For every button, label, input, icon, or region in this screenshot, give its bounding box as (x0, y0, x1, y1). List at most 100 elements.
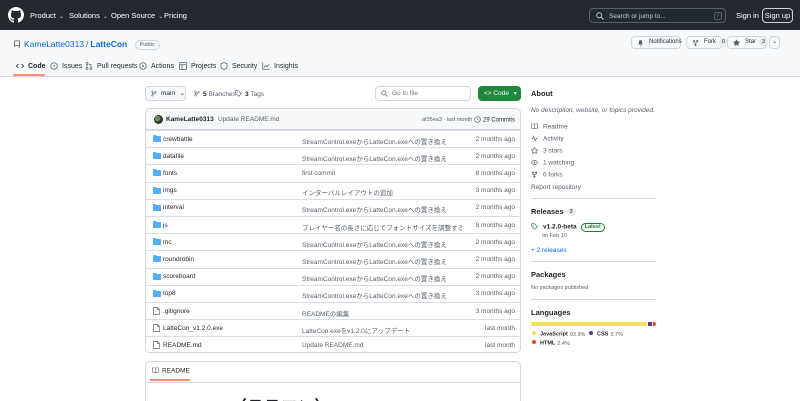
releases-title[interactable]: Releases 3 (531, 207, 576, 216)
commit-message-link[interactable]: StreamControl.exeからLatteCon.exeへの置き換え (302, 136, 447, 146)
packages-title[interactable]: Packages (531, 270, 566, 279)
release-name: v1.2.0-beta (543, 223, 577, 231)
file-name-link[interactable]: crewbattle (163, 136, 193, 143)
table-row[interactable]: scoreboard StreamControl.exeからLatteCon.ex… (146, 267, 520, 285)
tab-actions[interactable]: Actions (139, 62, 174, 70)
commit-message-link[interactable]: first commit (302, 170, 335, 177)
tab-security[interactable]: Security (220, 62, 257, 70)
table-row[interactable]: datafile StreamControl.exeからLatteCon.exeへ… (146, 147, 520, 164)
nav-open-source[interactable]: Open Source ⌄ (111, 11, 163, 20)
table-row[interactable]: js プレイヤー名の長さに応じてフォントサイズを調整する機... 8 months … (146, 216, 520, 233)
commit-message-link[interactable]: インターバルレイアウトの追加 (302, 187, 393, 197)
activity-link-label: Activity (543, 135, 564, 143)
tab-code[interactable]: Code (16, 62, 46, 70)
file-name-link[interactable]: fonts (163, 170, 177, 177)
language-html[interactable]: HTML 2.4% (532, 340, 570, 347)
commit-message-link[interactable]: StreamControl.exeからLatteCon.exeへの置き換え (302, 204, 447, 214)
file-name-link[interactable]: roundrobin (163, 256, 194, 263)
commit-message-link[interactable]: LatteCon.exeをv1.2.0にアップデート (302, 325, 410, 335)
file-name-link[interactable]: mc (163, 239, 172, 246)
signin-link[interactable]: Sign in (736, 11, 759, 20)
language-css[interactable]: CSS 3.7% (589, 331, 623, 338)
file-icon (153, 341, 160, 350)
table-row[interactable]: mc StreamControl.exeからLatteCon.exeへの置き換え 2… (146, 233, 520, 250)
signup-button[interactable]: Sign up (762, 8, 793, 23)
watchers-link[interactable]: 1 watching (531, 159, 574, 167)
table-row[interactable]: crewbattle StreamControl.exeからLatteCon.ex… (146, 130, 520, 147)
language-dot (589, 331, 593, 335)
tab-insights[interactable]: Insights (262, 62, 298, 70)
branch-selector[interactable]: main ⌄ (145, 86, 186, 101)
nav-solutions[interactable]: Solutions ⌄ (69, 11, 108, 20)
file-name-link[interactable]: scoreboard (163, 273, 196, 280)
commit-author[interactable]: KameLatte0313 (166, 116, 214, 123)
commits-link[interactable]: 29 Commits (474, 116, 515, 124)
repo-name-link[interactable]: LatteCon (90, 39, 127, 49)
star-dropdown-button[interactable]: ⌄ (769, 36, 780, 49)
more-releases-link[interactable]: + 2 releases (531, 247, 567, 254)
commit-message-link[interactable]: プレイヤー名の長さに応じてフォントサイズを調整する機... (302, 222, 462, 232)
commit-message-link[interactable]: Update README.md (302, 342, 363, 349)
commit-message-link[interactable]: StreamControl.exeからLatteCon.exeへの置き換え (302, 256, 447, 266)
commit-message-link[interactable]: StreamControl.exeからLatteCon.exeへの置き換え (302, 273, 447, 283)
star-button[interactable]: Star 3 (727, 36, 769, 49)
nav-pricing[interactable]: Pricing (164, 11, 187, 20)
fork-icon (692, 39, 699, 47)
go-to-file-input[interactable]: Go to file (375, 86, 471, 101)
language-javascript[interactable]: JavaScript 93.9% (532, 331, 585, 338)
table-row[interactable]: roundrobin StreamControl.exeからLatteCon.ex… (146, 250, 520, 267)
folder-icon (153, 289, 161, 297)
readme-tab[interactable]: README (152, 367, 190, 375)
file-name-link[interactable]: README.md (163, 342, 202, 349)
commit-message-link[interactable]: StreamControl.exeからLatteCon.exeへの置き換え (302, 153, 447, 163)
tab-pull-requests[interactable]: Pull requests (85, 62, 137, 70)
table-row[interactable]: README.md Update README.md last month (146, 336, 520, 352)
file-name-link[interactable]: datafile (163, 153, 184, 160)
table-row[interactable]: imgs インターバルレイアウトの追加 3 months ago (146, 181, 520, 199)
release-link[interactable]: v1.2.0-beta Latest (531, 223, 605, 232)
table-row[interactable]: top8 StreamControl.exeからLatteCon.exeへの置き換… (146, 284, 520, 302)
table-row[interactable]: fonts first commit 8 months ago (146, 164, 520, 181)
branches-link[interactable]: 5 Branches (194, 90, 236, 98)
pulse-icon (531, 135, 538, 142)
commit-message[interactable]: Update README.md (218, 116, 279, 123)
table-row[interactable]: interval StreamControl.exeからLatteCon.exeへ… (146, 198, 520, 216)
forks-link-label: 0 forks (543, 171, 563, 179)
file-name-link[interactable]: imgs (163, 187, 177, 194)
search-input[interactable]: Search or jump to... / (589, 8, 726, 23)
file-name-link[interactable]: js (163, 222, 168, 229)
file-name-link[interactable]: .gitignore (163, 308, 190, 315)
table-row[interactable]: .gitignore READMEの編集 3 months ago (146, 302, 520, 319)
tags-link[interactable]: 3 Tags (235, 90, 264, 98)
commit-message-link[interactable]: StreamControl.exeからLatteCon.exeへの置き換え (302, 239, 447, 249)
file-name-link[interactable]: top8 (163, 290, 176, 297)
code-button[interactable]: <> Code ▾ (478, 86, 521, 101)
book-icon (531, 123, 538, 130)
file-name-link[interactable]: interval (163, 204, 184, 211)
notifications-button[interactable]: Notifications (631, 36, 682, 49)
github-logo-icon[interactable] (8, 7, 24, 23)
tab-projects[interactable]: Projects (179, 62, 216, 70)
commit-date: 8 months ago (475, 169, 515, 177)
folder-icon (153, 272, 161, 280)
commit-message-link[interactable]: READMEの編集 (302, 308, 349, 318)
commit-message-link[interactable]: StreamControl.exeからLatteCon.exeへの置き換え (302, 290, 447, 300)
avatar[interactable] (154, 115, 163, 124)
commit-meta[interactable]: af35ea3 · last month (422, 117, 472, 123)
nav-product[interactable]: Product ⌄ (30, 11, 64, 20)
commit-date: 2 months ago (475, 238, 515, 246)
file-name-link[interactable]: LatteCon_v1.2.0.exe (163, 325, 223, 332)
tab-issues[interactable]: Issues (50, 62, 82, 70)
fork-button[interactable]: Fork 0 (686, 36, 729, 49)
readme-link[interactable]: Readme (531, 123, 568, 131)
divider (531, 299, 656, 300)
activity-link[interactable]: Activity (531, 135, 564, 143)
forks-link[interactable]: 0 forks (531, 171, 563, 179)
languages-title: Languages (531, 308, 571, 317)
table-row[interactable]: LatteCon_v1.2.0.exe LatteCon.exeをv1.2.0にア… (146, 319, 520, 336)
report-repository-link[interactable]: Report repository (531, 184, 581, 191)
tab-projects-label: Projects (191, 63, 217, 70)
visibility-badge: Public (134, 40, 160, 50)
stars-link[interactable]: 3 stars (531, 147, 563, 155)
repo-owner-link[interactable]: KameLatte0313 (24, 39, 84, 49)
